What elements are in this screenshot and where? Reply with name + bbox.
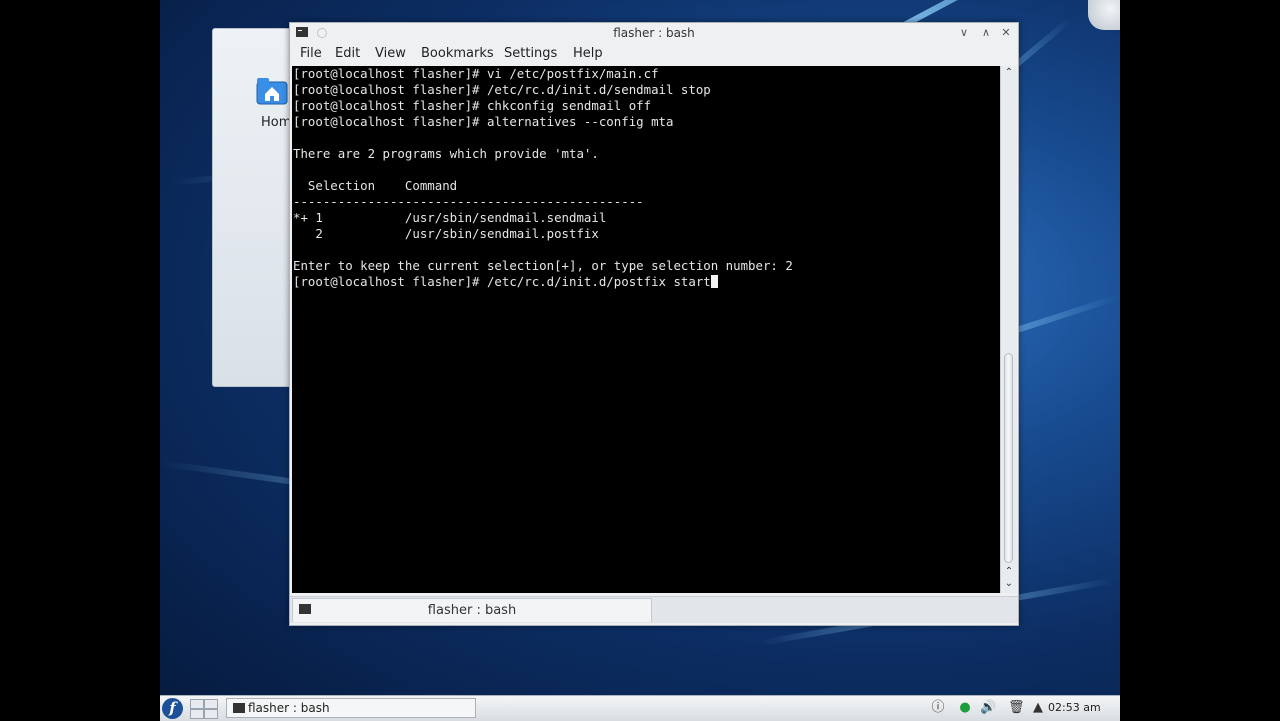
info-icon[interactable]: ⓘ <box>930 700 946 716</box>
terminal-line: [root@localhost flasher]# chkconfig send… <box>293 98 652 113</box>
menu-settings[interactable]: Settings <box>504 46 557 61</box>
minimize-icon[interactable]: ∨ <box>957 26 971 40</box>
menu-file[interactable]: File <box>300 46 322 61</box>
terminal-output[interactable]: [root@localhost flasher]# vi /etc/postfi… <box>292 66 1000 593</box>
terminal-prompt-line: [root@localhost flasher]# /etc/rc.d/init… <box>293 274 718 290</box>
trash-icon[interactable]: 🗑 <box>1008 700 1025 716</box>
session-tab[interactable]: flasher : bash <box>292 598 652 622</box>
menu-bar: File Edit View Bookmarks Settings Help <box>290 43 1018 65</box>
taskbar-task-terminal[interactable]: flasher : bash <box>226 698 476 718</box>
terminal-window[interactable]: flasher : bash ∨ ∧ ✕ File Edit View Book… <box>289 22 1019 626</box>
volume-icon[interactable]: 🔊 <box>980 700 996 716</box>
terminal-line: [root@localhost flasher]# alternatives -… <box>293 114 674 129</box>
home-folder-icon[interactable] <box>255 72 289 106</box>
scrollbar-thumb[interactable] <box>1004 353 1013 563</box>
window-title: flasher : bash <box>613 26 695 40</box>
terminal-line: [root@localhost flasher]# vi /etc/postfi… <box>293 66 659 81</box>
maximize-icon[interactable]: ∧ <box>979 26 993 40</box>
desktop-toolbox-button[interactable] <box>1088 0 1120 30</box>
terminal-line: Selection Command <box>293 178 458 193</box>
terminal-line: ----------------------------------------… <box>293 194 644 209</box>
terminal-line: *+ 1 /usr/sbin/sendmail.sendmail <box>293 210 607 225</box>
desktop-pager-2[interactable] <box>204 699 218 709</box>
menu-edit[interactable]: Edit <box>335 46 360 61</box>
scroll-up-icon[interactable]: ⌃ <box>1001 566 1017 578</box>
desktop-pager-1[interactable] <box>190 699 204 709</box>
desktop-pager-3[interactable] <box>190 709 204 719</box>
desktop-pager-4[interactable] <box>204 709 218 719</box>
arrow-up-icon[interactable]: ▲ <box>1032 700 1044 716</box>
terminal-line: 2 /usr/sbin/sendmail.postfix <box>293 226 599 241</box>
window-titlebar[interactable]: flasher : bash ∨ ∧ ✕ <box>290 23 1018 43</box>
terminal-icon <box>233 703 245 713</box>
close-icon[interactable]: ✕ <box>999 26 1013 40</box>
session-tab-label: flasher : bash <box>427 603 517 618</box>
scroll-down-icon[interactable]: ⌄ <box>1001 578 1017 590</box>
taskbar: f flasher : bash ⓘ ● 🔊 🗑 ▲ 02:53 am <box>160 695 1120 721</box>
terminal-line: There are 2 programs which provide 'mta'… <box>293 146 599 161</box>
scroll-up-icon[interactable]: ⌃ <box>1001 67 1017 79</box>
session-tab-bar: flasher : bash <box>290 596 1018 623</box>
menu-bookmarks[interactable]: Bookmarks <box>421 46 494 61</box>
terminal-line: [root@localhost flasher]# /etc/rc.d/init… <box>293 82 711 97</box>
menu-help[interactable]: Help <box>573 46 603 61</box>
terminal-command: [root@localhost flasher]# /etc/rc.d/init… <box>293 274 711 289</box>
clock[interactable]: 02:53 am <box>1048 701 1101 714</box>
text-cursor <box>710 275 718 288</box>
network-icon[interactable]: ● <box>957 700 973 716</box>
taskbar-task-label: flasher : bash <box>248 701 330 715</box>
terminal-line: Enter to keep the current selection[+], … <box>293 258 793 273</box>
fedora-logo-icon[interactable]: f <box>162 698 183 719</box>
menu-view[interactable]: View <box>375 46 406 61</box>
terminal-scrollbar[interactable]: ⌃ ⌃ ⌄ <box>1000 66 1017 593</box>
